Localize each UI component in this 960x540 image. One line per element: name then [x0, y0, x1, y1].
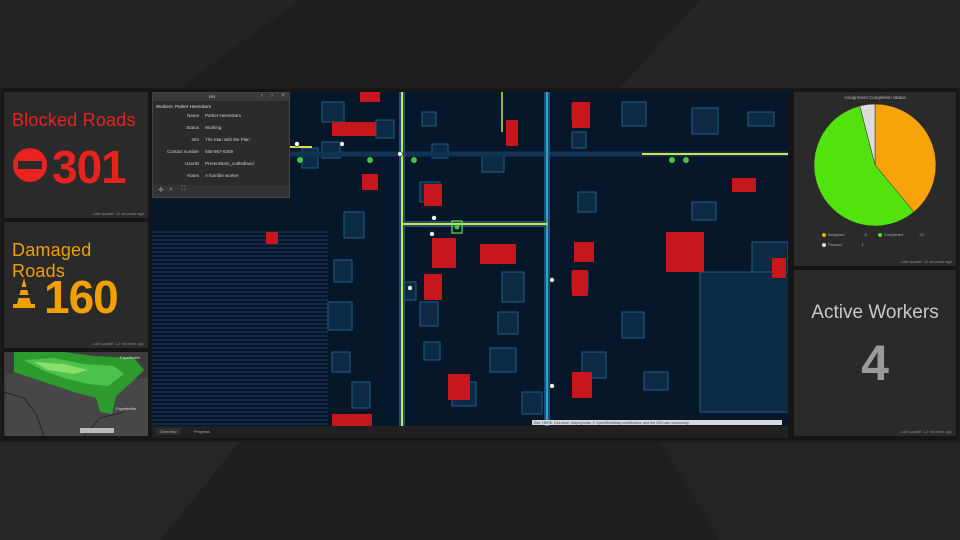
legend-label: Paused	[828, 242, 842, 247]
damaged-roads-value: 160	[44, 271, 119, 323]
popup-row: Name Parker Heenskam	[153, 113, 289, 123]
legend-swatch	[822, 242, 826, 247]
chart-footer: Last update: 12 seconds ago	[900, 259, 952, 264]
legend-label: Completed	[884, 232, 904, 237]
popup-row-value: PHeenskam_cuttledland	[205, 161, 254, 166]
feature-popup: Ha ‹ › × Workers: Parker Heenskam Name Pa…	[152, 92, 290, 198]
active-workers-panel: Active Workers 4 Last update: 12 seconds…	[794, 270, 956, 436]
expand-icon[interactable]: ⛶	[181, 186, 185, 193]
legend-item: Paused 1	[822, 242, 864, 247]
popup-prev-icon[interactable]: ‹	[261, 93, 263, 99]
popup-row-value: 555-867-5309	[205, 149, 234, 154]
blocked-roads-title: Blocked Roads	[12, 110, 136, 130]
pie-chart	[813, 103, 937, 227]
legend-count: 1	[861, 242, 864, 247]
active-workers-footer: Last update: 12 seconds ago	[900, 429, 952, 434]
popup-row: UserID PHeenskam_cuttledland	[153, 161, 289, 171]
popup-footer: ✛ ⌕ ⛶	[153, 185, 289, 197]
map-tab-bar: Overview Progress	[152, 426, 788, 438]
legend-swatch	[822, 232, 826, 237]
popup-row: Info The Man with the Plan	[153, 137, 289, 147]
legend-item: Assigned 8	[822, 232, 867, 237]
popup-row-value: The Man with the Plan	[205, 137, 250, 142]
popup-subtitle: Workers: Parker Heenskam	[156, 104, 212, 109]
popup-row-key: Info	[191, 137, 199, 142]
popup-row-key: Status	[186, 125, 199, 130]
traffic-cone-icon	[13, 278, 35, 308]
blocked-roads-panel: Blocked Roads 301 Last update: 12 second…	[4, 92, 148, 218]
popup-row: Notes A humble worker	[153, 173, 289, 183]
popup-header: Ha ‹ › ×	[153, 93, 289, 101]
legend-label: Assigned	[828, 232, 845, 237]
damaged-roads-panel: Damaged Roads 160 Last update: 12 second…	[4, 222, 148, 348]
popup-row: Contact number 555-867-5309	[153, 149, 289, 159]
hatched-area	[152, 231, 328, 425]
close-icon[interactable]: ×	[281, 93, 285, 99]
popup-row: Status Working	[153, 125, 289, 135]
overview-map-graphic	[4, 352, 148, 436]
map-attribution: Esri, HERE, DeLorme, MapmyIndia, © OpenS…	[534, 421, 689, 425]
popup-next-icon[interactable]: ›	[271, 93, 273, 99]
popup-row-key: Contact number	[166, 149, 199, 154]
active-workers-title: Active Workers	[811, 302, 939, 323]
blocked-roads-value: 301	[52, 141, 127, 193]
popup-row-value: Working	[205, 125, 222, 130]
damaged-roads-footer: Last update: 12 seconds ago	[92, 341, 144, 346]
blocked-roads-footer: Last update: 12 seconds ago	[92, 211, 144, 216]
overview-map[interactable]: Fayetteville Fayetteville	[4, 352, 148, 436]
legend-swatch	[878, 232, 882, 237]
popup-row-value: Parker Heenskam	[205, 113, 242, 118]
legend-count: 22	[919, 232, 924, 237]
minimap-scalebar	[80, 428, 114, 433]
minimap-label-bottom: Fayetteville	[116, 406, 137, 411]
zoom-to-icon[interactable]: ✛	[158, 186, 164, 194]
no-entry-icon	[13, 148, 47, 182]
popup-row-key: UserID	[184, 161, 199, 166]
minimap-label-top: Fayetteville	[120, 355, 141, 360]
legend-count: 8	[864, 232, 867, 237]
popup-row-key: Notes	[187, 173, 199, 178]
tab-overview[interactable]: Overview	[156, 428, 181, 435]
legend-item: Completed 22	[878, 232, 924, 237]
active-workers-value: 4	[861, 335, 889, 391]
search-icon[interactable]: ⌕	[169, 186, 173, 194]
tab-progress[interactable]: Progress	[190, 428, 214, 435]
popup-row-value: A humble worker	[205, 173, 239, 178]
popup-title: Ha	[209, 94, 215, 99]
assignment-status-panel: Assignment Completion Status Assigned 8 Co…	[794, 92, 956, 266]
popup-row-key: Name	[186, 113, 199, 118]
